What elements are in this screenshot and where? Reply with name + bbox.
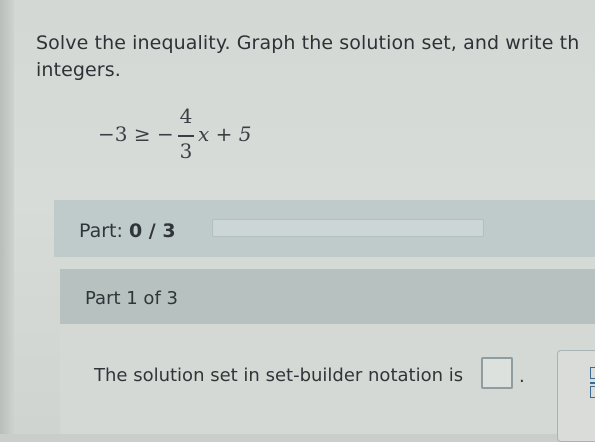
fraction-bar — [178, 135, 194, 137]
question-line-2: integers. — [36, 59, 121, 81]
answer-input[interactable] — [481, 357, 513, 389]
fraction-icon[interactable] — [590, 367, 595, 403]
prompt-period: . — [519, 366, 525, 387]
part-progress-label: Part: 0 / 3 — [79, 220, 176, 242]
inequality-rhs: x + 5 — [198, 122, 252, 146]
math-tools-panel — [557, 350, 595, 442]
part-progress-bar: Part: 0 / 3 — [54, 200, 595, 257]
fraction-denominator: 3 — [179, 139, 193, 163]
window-edge — [0, 0, 14, 434]
part1-header: Part 1 of 3 — [60, 269, 595, 324]
fraction-numerator: 4 — [179, 104, 193, 128]
part-progress-value: 0 / 3 — [128, 220, 176, 242]
part1-title: Part 1 of 3 — [85, 288, 178, 309]
progress-track — [212, 219, 484, 237]
set-builder-prompt: The solution set in set-builder notation… — [94, 365, 464, 386]
question-text: Solve the inequality. Graph the solution… — [36, 30, 595, 84]
inequality-lhs: −3 ≥ − — [98, 122, 174, 146]
question-line-1: Solve the inequality. Graph the solution… — [36, 32, 580, 54]
part-label-text: Part: — [79, 220, 123, 242]
